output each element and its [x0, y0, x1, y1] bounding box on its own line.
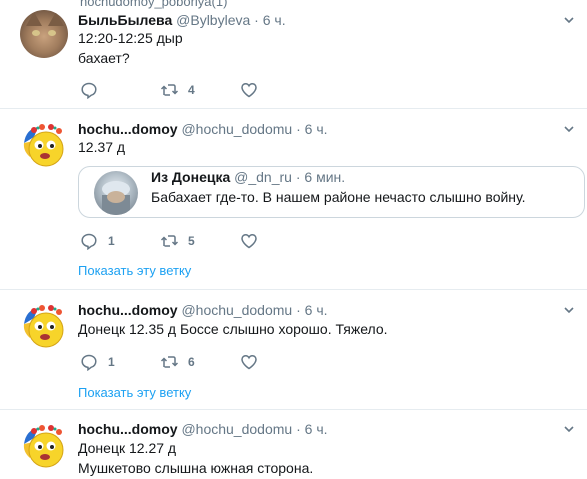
avatar[interactable]: [20, 422, 68, 470]
reply-icon: [81, 233, 97, 250]
tweet-3[interactable]: hochu...domoy @hochu_dodomu · 6 ч. Донец…: [0, 290, 587, 410]
tweet-actions: 1 6: [78, 352, 378, 372]
avatar[interactable]: [20, 302, 68, 350]
display-name[interactable]: hochu...domoy: [78, 421, 178, 437]
tweet-actions: 4: [78, 80, 378, 100]
chevron-down-icon[interactable]: [563, 14, 575, 26]
tweet-header: hochu...domoy @hochu_dodomu · 6 ч.: [78, 302, 328, 318]
avatar[interactable]: [20, 121, 68, 169]
chevron-down-icon[interactable]: [563, 304, 575, 316]
heart-icon: [241, 82, 257, 98]
quoted-handle: @_dn_ru: [234, 169, 292, 185]
tweet-text-line-2: бахает?: [78, 50, 130, 66]
quoted-avatar-image: [102, 181, 130, 215]
display-name[interactable]: hochu...domoy: [78, 302, 178, 318]
tweet-header: hochu...domoy @hochu_dodomu · 6 ч.: [78, 121, 328, 137]
tweet-header: БыльБылева @Bylbyleva · 6 ч.: [78, 12, 286, 28]
timestamp[interactable]: 6 ч.: [263, 12, 286, 28]
tweet-text-line-1: Донецк 12.27 д: [78, 440, 177, 456]
like-button[interactable]: [240, 231, 268, 251]
reply-icon: [81, 354, 97, 371]
reply-button[interactable]: 1: [80, 231, 115, 251]
chevron-down-icon[interactable]: [563, 423, 575, 435]
separator-dot: ·: [296, 421, 301, 437]
tweet-4[interactable]: hochu...domoy @hochu_dodomu · 6 ч. Донец…: [0, 410, 587, 479]
retweet-count: 6: [188, 355, 195, 369]
like-button[interactable]: [240, 80, 268, 100]
timestamp[interactable]: 6 ч.: [305, 302, 328, 318]
heart-icon: [241, 354, 257, 370]
retweet-icon: [160, 235, 178, 247]
quoted-avatar: [94, 171, 138, 215]
tweet-text-line-2: Мушкетово слышна южная сторона.: [78, 460, 314, 476]
display-name[interactable]: hochu...domoy: [78, 121, 178, 137]
retweet-button[interactable]: 5: [160, 231, 195, 251]
quoted-timestamp: 6 мин.: [304, 169, 346, 185]
tweet-2[interactable]: hochu...domoy @hochu_dodomu · 6 ч. 12.37…: [0, 109, 587, 290]
retweet-button[interactable]: 6: [160, 352, 195, 372]
smiley-avatar-icon: [23, 124, 64, 167]
reply-count: 1: [108, 234, 115, 248]
retweet-count: 4: [188, 83, 195, 97]
user-handle[interactable]: @Bylbyleva: [176, 12, 250, 28]
tweet-header: hochu...domoy @hochu_dodomu · 6 ч.: [78, 421, 328, 437]
reply-button[interactable]: [80, 80, 108, 100]
display-name[interactable]: БыльБылева: [78, 12, 172, 28]
quoted-text: Бабахает где-то. В нашем районе нечасто …: [151, 189, 526, 205]
tweet-1[interactable]: БыльБылева @Bylbyleva · 6 ч. 12:20-12:25…: [0, 0, 587, 109]
show-thread-link[interactable]: Показать эту ветку: [78, 385, 191, 400]
smiley-avatar-icon: [23, 425, 64, 468]
user-handle[interactable]: @hochu_dodomu: [181, 121, 292, 137]
like-button[interactable]: [240, 352, 268, 372]
reply-icon: [81, 82, 97, 99]
reply-count: 1: [108, 355, 115, 369]
quoted-tweet[interactable]: Из Донецка @_dn_ru · 6 мин. Бабахает где…: [78, 166, 585, 218]
tweet-text-line-1: Донецк 12.35 д Боссе слышно хорошо. Тяже…: [78, 321, 388, 337]
smiley-avatar-icon: [23, 305, 64, 348]
chevron-down-icon[interactable]: [563, 123, 575, 135]
tweet-text-line-1: 12:20-12:25 дыр: [78, 30, 183, 46]
tweet-text-line-1: 12.37 д: [78, 139, 126, 155]
timestamp[interactable]: 6 ч.: [305, 421, 328, 437]
separator-dot: ·: [296, 121, 301, 137]
separator-dot: ·: [254, 12, 259, 28]
retweet-icon: [160, 356, 178, 368]
separator-dot: ·: [295, 169, 301, 185]
user-handle[interactable]: @hochu_dodomu: [181, 421, 292, 437]
quoted-header: Из Донецка @_dn_ru · 6 мин.: [151, 169, 345, 185]
quoted-display-name: Из Донецка: [151, 169, 231, 185]
retweet-icon: [160, 84, 178, 96]
show-thread-link[interactable]: Показать эту ветку: [78, 263, 191, 278]
retweet-button[interactable]: 4: [160, 80, 195, 100]
retweet-count: 5: [188, 234, 195, 248]
avatar[interactable]: [20, 10, 68, 58]
reply-button[interactable]: 1: [80, 352, 115, 372]
timestamp[interactable]: 6 ч.: [305, 121, 328, 137]
separator-dot: ·: [296, 302, 301, 318]
heart-icon: [241, 233, 257, 249]
user-handle[interactable]: @hochu_dodomu: [181, 302, 292, 318]
tweet-actions: 1 5: [78, 231, 378, 251]
